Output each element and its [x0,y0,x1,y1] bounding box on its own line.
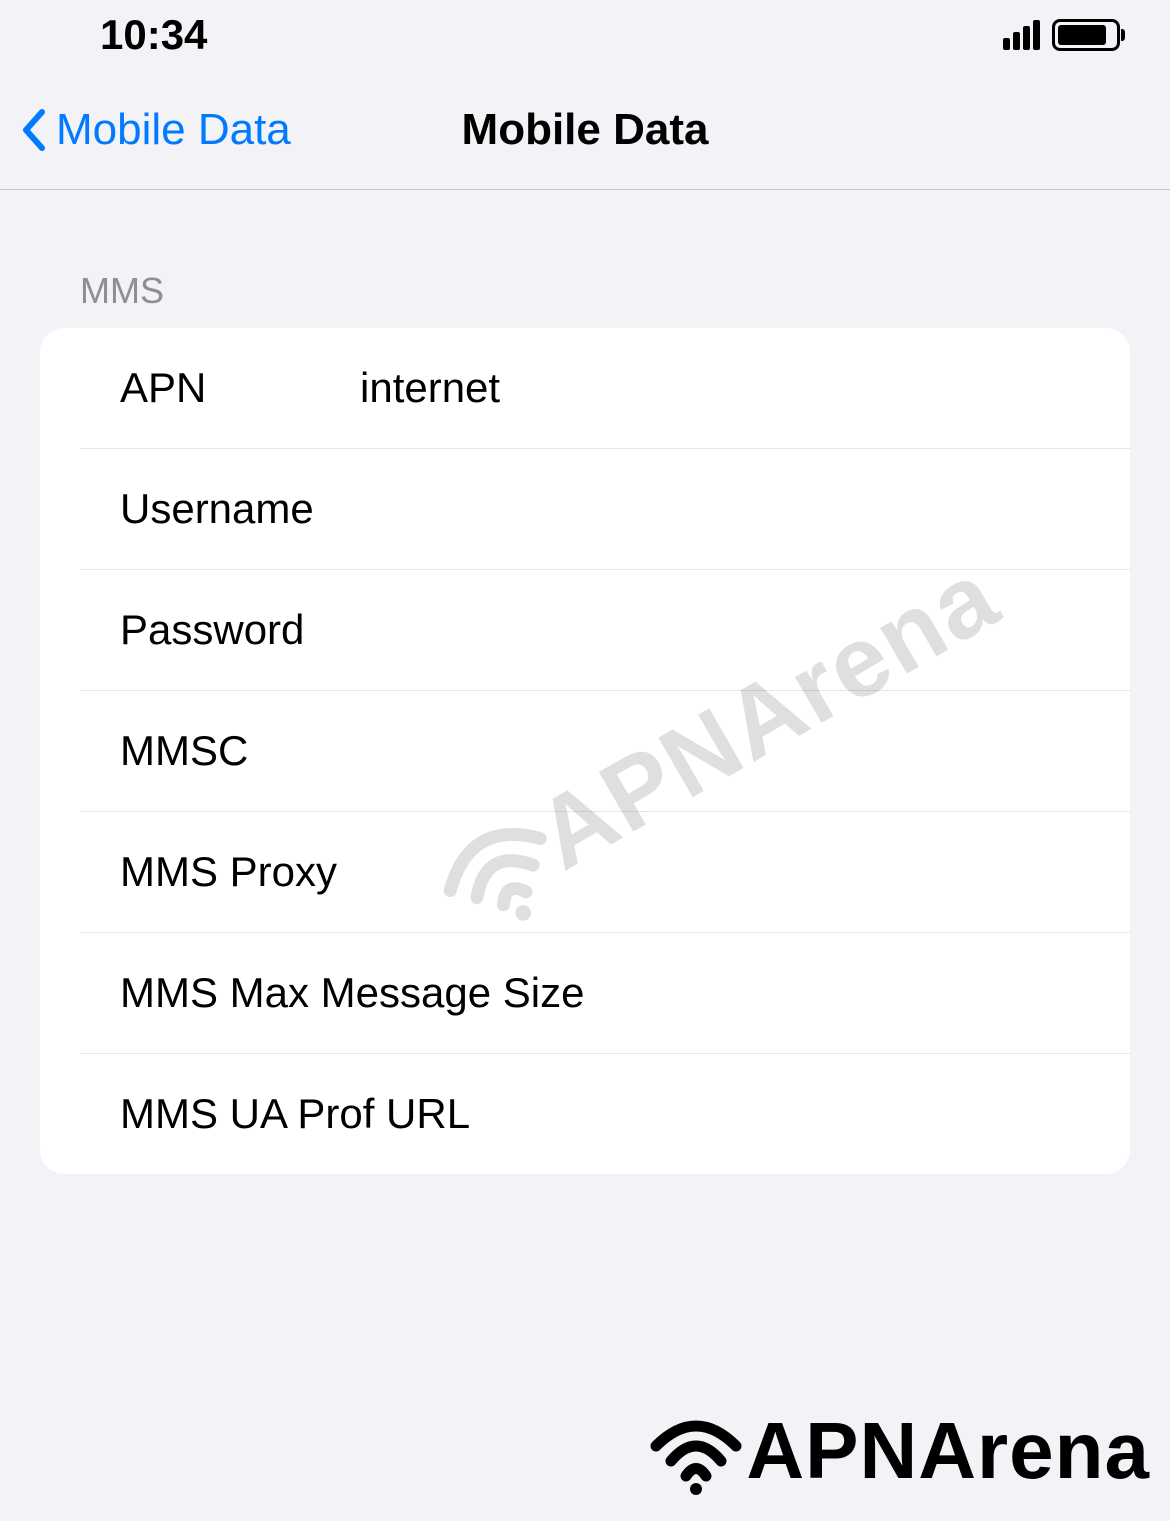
settings-row-mms-proxy[interactable]: MMS Proxy [80,812,1130,933]
row-label: MMSC [120,727,360,775]
settings-row-mmsc[interactable]: MMSC [80,691,1130,812]
apn-field[interactable] [360,364,1130,412]
wifi-icon [646,1401,746,1501]
page-title: Mobile Data [462,105,709,155]
row-label: MMS Proxy [120,848,337,896]
status-icons [1003,19,1120,51]
section-header-mms: MMS [80,270,1130,312]
chevron-left-icon [20,108,46,152]
row-label: MMS UA Prof URL [120,1090,470,1138]
settings-group-mms: APN Username Password MMSC [40,328,1130,1174]
username-field[interactable] [360,485,1130,533]
mmsc-field[interactable] [360,727,1130,775]
settings-row-password[interactable]: Password [80,570,1130,691]
settings-row-mms-max-size[interactable]: MMS Max Message Size [80,933,1130,1054]
row-label: APN [120,364,360,412]
status-time: 10:34 [100,11,207,59]
row-label: Password [120,606,360,654]
content-area: MMS APN Username Password MMSC [0,190,1170,1174]
navigation-bar: Mobile Data Mobile Data [0,70,1170,190]
password-field[interactable] [360,606,1130,654]
battery-icon [1052,19,1120,51]
brand-logo: APNArena [646,1401,1150,1501]
settings-row-apn[interactable]: APN [80,328,1130,449]
status-bar: 10:34 [0,0,1170,70]
cellular-signal-icon [1003,20,1040,50]
settings-row-username[interactable]: Username [80,449,1130,570]
back-button[interactable]: Mobile Data [20,105,291,155]
mms-ua-prof-field[interactable] [470,1090,1130,1138]
mms-proxy-field[interactable] [337,848,1130,896]
row-label: Username [120,485,360,533]
back-label: Mobile Data [56,105,291,155]
brand-text: APNArena [746,1405,1150,1497]
settings-row-mms-ua-prof[interactable]: MMS UA Prof URL [80,1054,1130,1174]
row-label: MMS Max Message Size [120,969,584,1017]
mms-max-size-field[interactable] [584,969,1130,1017]
